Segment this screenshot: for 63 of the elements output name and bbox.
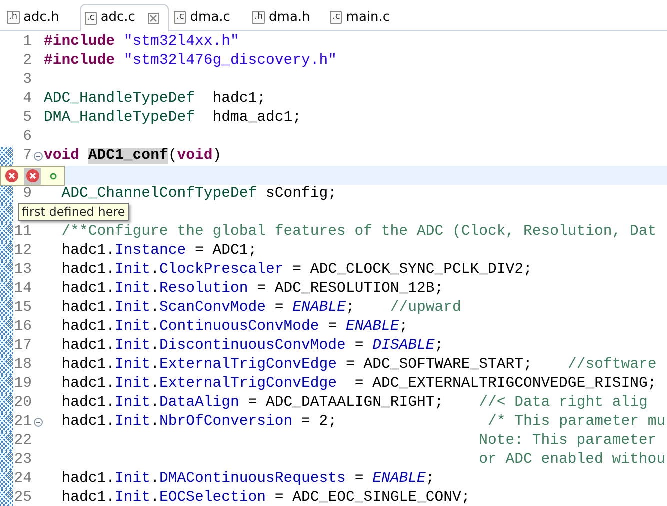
file-tab[interactable]: .c adc.c	[80, 4, 170, 31]
line-number: 1	[23, 34, 32, 50]
line-number: 17	[14, 338, 32, 354]
code-line: hadc1.Init.DMAContinuousRequests = ENABLE;	[60, 470, 435, 489]
line-number: 19	[14, 376, 32, 392]
code-line: hadc1.Init.ExternalTrigConvEdge = ADC_SOFTWARE_START; //software	[60, 356, 657, 375]
file-icon: .h	[7, 11, 20, 24]
code-line: ADC_HandleTypeDef hadc1;	[44, 90, 266, 109]
code-line: hadc1.Init.Resolution = ADC_RESOLUTION_12B;	[60, 280, 444, 299]
code-line: #include "stm32l4xx.h"	[44, 33, 240, 52]
code-line: ADC_ChannelConfTypeDef sConfig;	[60, 185, 338, 204]
code-line: or ADC enabled withou	[478, 451, 666, 470]
code-line: hadc1.Init.ContinuousConvMode = ENABLE;	[60, 318, 408, 337]
code-line: #include "stm32l476g_discovery.h"	[44, 52, 338, 71]
line-number: 23	[14, 452, 32, 468]
tooltip: first defined here	[18, 203, 130, 221]
line-number: 6	[23, 129, 32, 145]
code-line: hadc1.Init.NbrOfConversion = 2; /* This parameter mu	[60, 413, 666, 432]
code-line: void ADC1_conf(void)	[44, 147, 222, 166]
line-number: 9	[23, 186, 32, 202]
line-number: 18	[14, 357, 32, 373]
code-line: hadc1.Init.ExternalTrigConvEdge = ADC_EXTERNALTRIGCONVEDGE_RISING;	[60, 375, 657, 394]
line-number: 14	[14, 281, 32, 297]
code-line: hadc1.Instance = ADC1;	[60, 242, 258, 261]
error-icon	[26, 169, 40, 183]
line-number: 15	[14, 300, 32, 316]
line-number: 4	[23, 91, 32, 107]
file-icon: .c	[85, 12, 97, 24]
line-number: 24	[14, 471, 32, 487]
code-line: hadc1.Init.ScanConvMode = ENABLE; //upward	[60, 299, 462, 318]
close-icon[interactable]	[147, 12, 160, 24]
file-tab[interactable]: .h dma.h	[247, 4, 326, 30]
line-number: 5	[23, 110, 32, 126]
code-line: Note: This parameter	[478, 432, 657, 451]
line-number: 25	[14, 490, 32, 506]
code-line: /**Configure the global features of the ADC (Clock, Resolution, Dat	[60, 223, 657, 242]
line-number: 3	[23, 72, 32, 88]
collapse-icon[interactable]	[34, 152, 42, 161]
code-line: hadc1.Init.DiscontinuousConvMode = DISABLE;	[60, 337, 444, 356]
code-line: hadc1.Init.EOCSelection = ADC_EOC_SINGLE_CONV;	[60, 489, 470, 506]
file-icon: .h	[252, 11, 266, 24]
code-line: hadc1.Init.DataAlign = ADC_DATAALIGN_RIGHT; //< Data right alig	[60, 394, 648, 413]
dot-icon	[50, 172, 57, 180]
code-line: DMA_HandleTypeDef hdma_adc1;	[44, 109, 302, 128]
file-tab[interactable]: .c main.c	[325, 4, 404, 30]
collapse-icon[interactable]	[34, 418, 42, 427]
line-number: 22	[14, 433, 32, 449]
line-number: 2	[23, 53, 32, 69]
line-number: 12	[14, 243, 32, 259]
error-button[interactable]	[24, 168, 41, 184]
line-number: 21	[14, 414, 32, 430]
file-icon: .c	[174, 11, 186, 24]
line-number: 7	[23, 148, 32, 164]
file-tab[interactable]: .h adc.h	[2, 4, 80, 30]
line-number: 16	[14, 319, 32, 335]
line-number: 13	[14, 262, 32, 278]
file-icon: .c	[330, 11, 342, 24]
line-number: 11	[14, 224, 32, 240]
code-line: hadc1.Init.ClockPrescaler = ADC_CLOCK_SYNC_PCLK_DIV2;	[60, 261, 532, 280]
error-button[interactable]	[3, 168, 20, 184]
error-icon	[4, 169, 18, 183]
file-tab[interactable]: .c dma.c	[169, 4, 248, 30]
line-number: 20	[14, 395, 32, 411]
